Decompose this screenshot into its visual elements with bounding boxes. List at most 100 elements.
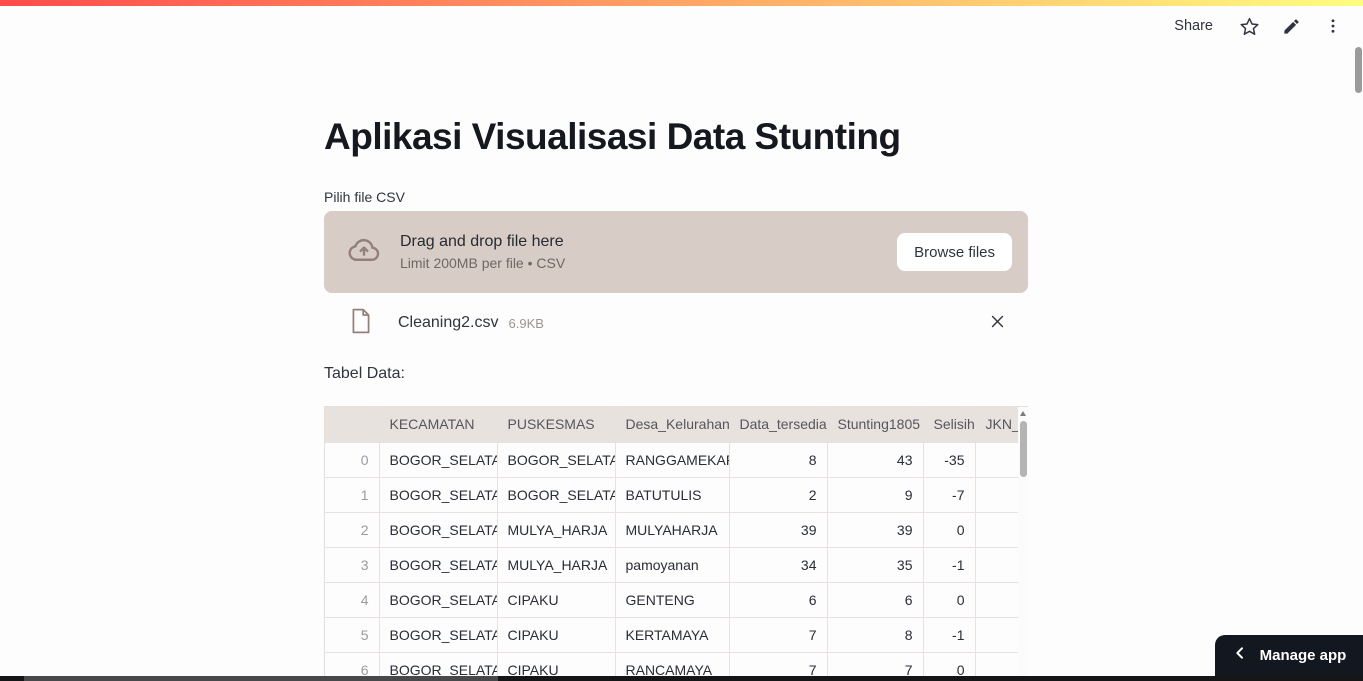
column-header[interactable]: JKN_E xyxy=(975,407,1020,443)
data-grid: KECAMATAN PUSKESMAS Desa_Kelurahan Data_ter… xyxy=(325,407,1020,676)
table-cell[interactable]: BOGOR_SELATAN xyxy=(379,512,498,548)
row-index-cell[interactable]: 6 xyxy=(325,652,380,676)
table-cell[interactable]: 7 xyxy=(827,652,924,676)
app-window: Share Aplikasi Visualisasi Data Stunting… xyxy=(0,0,1363,681)
file-icon xyxy=(350,308,372,339)
share-button[interactable]: Share xyxy=(1164,12,1223,40)
uploaded-file-row: Cleaning2.csv 6.9KB xyxy=(324,301,1028,345)
column-header[interactable]: Desa_Kelurahan xyxy=(615,407,730,443)
table-cell[interactable]: BATUTULIS xyxy=(615,477,730,513)
table-cell[interactable]: BOGOR_SELATAN xyxy=(379,477,498,513)
column-header[interactable]: KECAMATAN xyxy=(379,407,498,443)
table-cell[interactable]: 0 xyxy=(923,652,976,676)
table-cell[interactable]: BOGOR_SELATAN xyxy=(379,582,498,618)
table-cell[interactable]: 9 xyxy=(827,477,924,513)
column-header[interactable]: Selisih xyxy=(923,407,976,443)
table-cell[interactable]: BOGOR_SELATAN xyxy=(379,652,498,676)
table-cell[interactable]: MULYA_HARJA xyxy=(497,547,616,583)
table-cell[interactable]: -1 xyxy=(923,617,976,653)
table-cell[interactable]: 0 xyxy=(923,582,976,618)
table-cell[interactable]: GENTENG xyxy=(615,582,730,618)
table-cell[interactable]: 39 xyxy=(729,512,828,548)
table-cell[interactable]: 35 xyxy=(827,547,924,583)
table-cell[interactable]: -1 xyxy=(923,547,976,583)
row-index-cell[interactable]: 1 xyxy=(325,477,380,513)
table-cell[interactable] xyxy=(975,477,1020,513)
table-row: 1BOGOR_SELATANBOGOR_SELATANBATUTULIS29-7 xyxy=(325,477,1020,513)
horizontal-scrollbar-thumb[interactable] xyxy=(24,676,498,681)
upload-cloud-icon xyxy=(346,232,382,273)
browse-files-button[interactable]: Browse files xyxy=(897,233,1012,271)
table-cell[interactable] xyxy=(975,442,1020,478)
star-icon xyxy=(1239,16,1260,37)
table-cell[interactable]: 2 xyxy=(729,477,828,513)
table-cell[interactable]: 34 xyxy=(729,547,828,583)
table-cell[interactable]: -7 xyxy=(923,477,976,513)
table-cell[interactable]: CIPAKU xyxy=(497,582,616,618)
table-cell[interactable] xyxy=(975,617,1020,653)
table-cell[interactable]: CIPAKU xyxy=(497,617,616,653)
table-cell[interactable] xyxy=(975,652,1020,676)
file-name: Cleaning2.csv xyxy=(398,314,499,331)
column-header[interactable]: PUSKESMAS xyxy=(497,407,616,443)
column-header-index[interactable] xyxy=(325,407,380,443)
table-cell[interactable]: BOGOR_SELATAN xyxy=(379,547,498,583)
table-scrollbar[interactable] xyxy=(1018,407,1028,676)
table-cell[interactable]: RANCAMAYA xyxy=(615,652,730,676)
file-size: 6.9KB xyxy=(508,315,544,331)
table-cell[interactable]: RANGGAMEKAR xyxy=(615,442,730,478)
horizontal-scrollbar[interactable] xyxy=(0,676,1363,681)
table-cell[interactable]: 0 xyxy=(923,512,976,548)
table-cell[interactable]: BOGOR_SELATAN xyxy=(497,442,616,478)
more-options-button[interactable] xyxy=(1317,10,1349,42)
row-index-cell[interactable]: 4 xyxy=(325,582,380,618)
row-index-cell[interactable]: 3 xyxy=(325,547,380,583)
table-cell[interactable]: 6 xyxy=(827,582,924,618)
dropzone-title: Drag and drop file here xyxy=(400,233,564,250)
table-cell[interactable]: 8 xyxy=(827,617,924,653)
table-cell[interactable]: -35 xyxy=(923,442,976,478)
chevron-left-icon xyxy=(1232,645,1248,666)
pencil-icon xyxy=(1282,17,1301,36)
table-cell[interactable]: 39 xyxy=(827,512,924,548)
table-row: 2BOGOR_SELATANMULYA_HARJAMULYAHARJA39390 xyxy=(325,512,1020,548)
table-cell[interactable]: BOGOR_SELATAN xyxy=(497,477,616,513)
table-cell[interactable]: 6 xyxy=(729,582,828,618)
table-cell[interactable] xyxy=(975,582,1020,618)
table-cell[interactable]: 7 xyxy=(729,617,828,653)
table-cell[interactable] xyxy=(975,512,1020,548)
table-cell[interactable]: MULYAHARJA xyxy=(615,512,730,548)
table-cell[interactable]: 43 xyxy=(827,442,924,478)
table-cell[interactable] xyxy=(975,547,1020,583)
dropzone-text: Drag and drop file here Limit 200MB per … xyxy=(400,233,897,271)
close-icon xyxy=(989,313,1006,333)
remove-file-button[interactable] xyxy=(980,306,1014,340)
table-row: 4BOGOR_SELATANCIPAKUGENTENG660 xyxy=(325,582,1020,618)
table-cell[interactable]: 8 xyxy=(729,442,828,478)
column-header[interactable]: Stunting1805 xyxy=(827,407,924,443)
table-cell[interactable]: pamoyanan xyxy=(615,547,730,583)
kebab-menu-icon xyxy=(1324,17,1342,35)
favorite-star-button[interactable] xyxy=(1233,10,1265,42)
table-row: 5BOGOR_SELATANCIPAKUKERTAMAYA78-1 xyxy=(325,617,1020,653)
table-cell[interactable]: BOGOR_SELATAN xyxy=(379,442,498,478)
table-cell[interactable]: BOGOR_SELATAN xyxy=(379,617,498,653)
column-header[interactable]: Data_tersedia xyxy=(729,407,828,443)
page-title: Aplikasi Visualisasi Data Stunting xyxy=(324,116,901,157)
scroll-up-arrow-icon[interactable] xyxy=(1020,411,1026,416)
table-cell[interactable]: KERTAMAYA xyxy=(615,617,730,653)
table-cell[interactable]: 7 xyxy=(729,652,828,676)
file-dropzone[interactable]: Drag and drop file here Limit 200MB per … xyxy=(324,211,1028,293)
table-scrollbar-thumb[interactable] xyxy=(1019,421,1027,477)
row-index-cell[interactable]: 5 xyxy=(325,617,380,653)
table-row: 3BOGOR_SELATANMULYA_HARJApamoyanan3435-1 xyxy=(325,547,1020,583)
table-cell[interactable]: CIPAKU xyxy=(497,652,616,676)
table-row: 0BOGOR_SELATANBOGOR_SELATANRANGGAMEKAR84… xyxy=(325,442,1020,478)
table-label: Tabel Data: xyxy=(324,365,405,382)
row-index-cell[interactable]: 2 xyxy=(325,512,380,548)
row-index-cell[interactable]: 0 xyxy=(325,442,380,478)
page-scrollbar-thumb[interactable] xyxy=(1355,47,1362,93)
edit-button[interactable] xyxy=(1275,10,1307,42)
manage-app-button[interactable]: Manage app xyxy=(1215,635,1363,676)
table-cell[interactable]: MULYA_HARJA xyxy=(497,512,616,548)
